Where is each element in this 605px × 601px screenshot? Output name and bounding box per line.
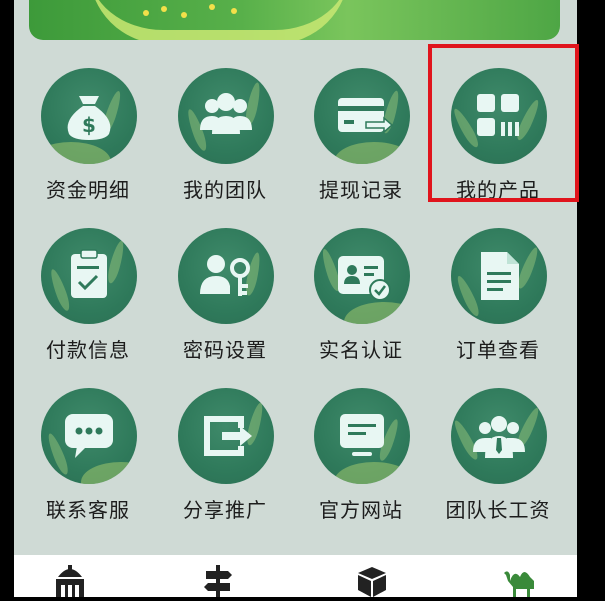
menu-item-fund-details[interactable]: $ 资金明细: [23, 68, 153, 208]
menu-item-label: 付款信息: [46, 338, 130, 362]
tab-products[interactable]: [352, 563, 392, 597]
menu-item-contact-support[interactable]: 联系客服: [23, 388, 153, 528]
icon-circle: [41, 388, 137, 484]
menu-row: $ 资金明细 我的团队 提现记录 我的产品: [14, 68, 577, 218]
chat-bubble-icon: [41, 388, 137, 484]
icon-circle: $: [41, 68, 137, 164]
icon-circle: [178, 68, 274, 164]
icon-circle: [314, 388, 410, 484]
icon-circle: [451, 388, 547, 484]
menu-item-label: 团队长工资: [445, 498, 551, 522]
menu-row: 联系客服 分享推广 官方网站 团队长工资: [14, 388, 577, 538]
share-arrow-icon: [178, 388, 274, 484]
id-card-verify-icon: [314, 228, 410, 324]
icon-circle: [451, 228, 547, 324]
app-screen: $ 资金明细 我的团队 提现记录 我的产品 付款信息 密码设置 实名认证 订单查…: [14, 0, 577, 597]
leader-salary-icon: [451, 388, 547, 484]
camel-icon: [500, 571, 544, 601]
icon-circle: [178, 228, 274, 324]
icon-circle: [314, 228, 410, 324]
menu-item-official-website[interactable]: 官方网站: [296, 388, 426, 528]
menu-item-order-view[interactable]: 订单查看: [433, 228, 563, 368]
banner-flowers: [139, 4, 259, 20]
menu-item-label: 资金明细: [46, 178, 130, 202]
menu-item-payment-info[interactable]: 付款信息: [23, 228, 153, 368]
home-building-icon: [50, 565, 90, 601]
website-icon: [314, 388, 410, 484]
menu-item-withdraw-records[interactable]: 提现记录: [296, 68, 426, 208]
menu-item-password-settings[interactable]: 密码设置: [160, 228, 290, 368]
tab-guide[interactable]: [198, 563, 238, 597]
icon-circle: [178, 388, 274, 484]
menu-item-label: 实名认证: [319, 338, 403, 362]
icon-circle: [41, 228, 137, 324]
icon-circle: [314, 68, 410, 164]
promo-banner[interactable]: [29, 0, 560, 40]
icon-circle: [451, 68, 547, 164]
menu-item-label: 订单查看: [456, 338, 540, 362]
box-icon: [352, 567, 392, 601]
signpost-icon: [198, 565, 238, 601]
menu-item-real-name-verification[interactable]: 实名认证: [296, 228, 426, 368]
withdraw-card-icon: [314, 68, 410, 164]
team-icon: [178, 68, 274, 164]
bottom-tab-bar: [14, 555, 577, 597]
order-document-icon: [451, 228, 547, 324]
menu-item-leader-salary[interactable]: 团队长工资: [433, 388, 563, 528]
menu-item-my-products[interactable]: 我的产品: [433, 68, 563, 208]
menu-item-label: 我的产品: [456, 178, 540, 202]
menu-item-label: 联系客服: [46, 498, 130, 522]
menu-item-my-team[interactable]: 我的团队: [160, 68, 290, 208]
menu-item-label: 分享推广: [183, 498, 267, 522]
menu-item-label: 密码设置: [183, 338, 267, 362]
tab-home[interactable]: [50, 563, 90, 597]
menu-item-share-promotion[interactable]: 分享推广: [160, 388, 290, 528]
svg-text:$: $: [82, 113, 96, 137]
menu-row: 付款信息 密码设置 实名认证 订单查看: [14, 228, 577, 378]
menu-item-label: 提现记录: [319, 178, 403, 202]
payment-clipboard-icon: [41, 228, 137, 324]
tab-profile[interactable]: [500, 563, 540, 597]
money-bag-icon: $: [41, 68, 137, 164]
user-key-icon: [178, 228, 274, 324]
products-grid-icon: [451, 68, 547, 164]
menu-item-label: 官方网站: [319, 498, 403, 522]
menu-item-label: 我的团队: [183, 178, 267, 202]
